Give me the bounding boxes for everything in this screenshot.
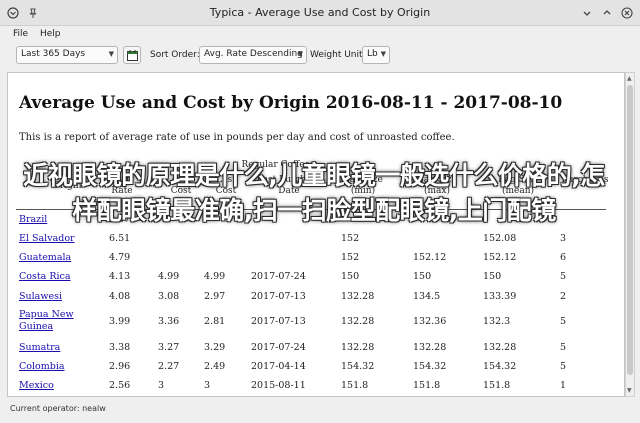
- report-view: Average Use and Cost by Origin 2016-08-1…: [7, 72, 625, 397]
- cell-bag-min: 132.28: [341, 316, 375, 327]
- cell-last-cost: 2.49: [204, 361, 226, 372]
- cell-bag-max: 134.5: [413, 291, 441, 302]
- cell-avg-cost: 3.08: [158, 291, 180, 302]
- cell-bag-mean: 133.39: [483, 291, 517, 302]
- cell-bag-mean: 150: [483, 271, 502, 282]
- cell-bag-mean: 132.28: [483, 342, 517, 353]
- cell-bag-min: 154.32: [341, 361, 375, 372]
- cell-date: 2017-07-13: [251, 316, 306, 327]
- calendar-button[interactable]: [123, 46, 141, 64]
- cell-bag-max: 152.12: [413, 252, 447, 263]
- cell-purchases: 6: [560, 252, 567, 263]
- origin-link-sumatra[interactable]: Sumatra: [19, 342, 60, 354]
- cell-last-cost: 3.29: [204, 342, 226, 353]
- cell-avg-rate: 2.96: [109, 361, 131, 372]
- cell-last-cost: 2.97: [204, 291, 226, 302]
- cell-last-cost: 2.81: [204, 316, 226, 327]
- cell-bag-mean: 132.3: [483, 316, 511, 327]
- weight-unit-select[interactable]: Lb ▼: [362, 46, 390, 64]
- overlay-banner-text: 近视眼镜的原理是什么,儿童眼镜一般选什么价格的,怎样配眼镜最准确,扫一扫脸型配眼…: [23, 161, 605, 225]
- cell-purchases: 3: [560, 233, 567, 244]
- scroll-down-arrow-icon[interactable]: ▼: [627, 387, 632, 394]
- minimize-icon[interactable]: [580, 6, 594, 20]
- maximize-icon[interactable]: [600, 6, 614, 20]
- toolbar: Last 365 Days ▼ Sort Order: Avg. Rate De…: [0, 44, 640, 68]
- scroll-thumb[interactable]: [627, 85, 633, 375]
- cell-purchases: 5: [560, 361, 567, 372]
- cell-avg-cost: 3.36: [158, 316, 180, 327]
- cell-bag-max: 151.8: [413, 380, 441, 391]
- cell-bag-max: 132.28: [413, 342, 447, 353]
- chevron-down-icon: ▼: [297, 50, 303, 58]
- cell-bag-mean: 151.8: [483, 380, 511, 391]
- scroll-up-arrow-icon[interactable]: ▲: [627, 75, 632, 82]
- cell-purchases: 1: [560, 380, 567, 391]
- close-icon[interactable]: [620, 6, 634, 20]
- report-heading: Average Use and Cost by Origin 2016-08-1…: [19, 93, 563, 113]
- cell-avg-rate: 6.51: [109, 233, 131, 244]
- status-bar: Current operator: nealw: [0, 400, 640, 423]
- cell-purchases: 2: [560, 291, 567, 302]
- chevron-down-icon: ▼: [380, 50, 386, 58]
- origin-link-mexico[interactable]: Mexico: [19, 380, 54, 392]
- cell-bag-min: 150: [341, 271, 360, 282]
- window-title: Typica - Average Use and Cost by Origin: [209, 6, 431, 19]
- weight-unit-value: Lb: [367, 49, 378, 59]
- cell-avg-cost: 3.27: [158, 342, 180, 353]
- cell-bag-min: 152: [341, 252, 360, 263]
- cell-purchases: 5: [560, 316, 567, 327]
- cell-date: 2017-07-24: [251, 342, 306, 353]
- origin-link-guatemala[interactable]: Guatemala: [19, 252, 71, 264]
- cell-avg-cost: 4.99: [158, 271, 180, 282]
- cell-bag-mean: 152.12: [483, 252, 517, 263]
- menu-file[interactable]: File: [13, 29, 28, 39]
- cell-avg-rate: 4.79: [109, 252, 131, 263]
- cell-purchases: 5: [560, 342, 567, 353]
- cell-bag-mean: 154.32: [483, 361, 517, 372]
- cell-date: 2015-08-11: [251, 380, 306, 391]
- origin-link-el-salvador[interactable]: El Salvador: [19, 233, 75, 245]
- calendar-icon: [127, 50, 138, 61]
- cell-avg-rate: 4.13: [109, 271, 131, 282]
- cell-avg-rate: 3.99: [109, 316, 131, 327]
- origin-link-costa-rica[interactable]: Costa Rica: [19, 271, 71, 283]
- cell-bag-max: 154.32: [413, 361, 447, 372]
- cell-avg-cost: 3: [158, 380, 165, 391]
- menu-help[interactable]: Help: [40, 29, 61, 39]
- menu-bar: File Help: [0, 26, 640, 44]
- origin-link-colombia[interactable]: Colombia: [19, 361, 65, 373]
- cell-avg-rate: 4.08: [109, 291, 131, 302]
- cell-bag-max: 150: [413, 271, 432, 282]
- cell-bag-mean: 152.08: [483, 233, 517, 244]
- chevron-down-icon: ▼: [108, 50, 114, 58]
- weight-unit-label: Weight Unit:: [310, 50, 366, 60]
- cell-bag-min: 132.28: [341, 342, 375, 353]
- origin-link-papua-new-guinea[interactable]: Papua New Guinea: [19, 309, 89, 333]
- cell-date: 2017-04-14: [251, 361, 306, 372]
- sort-order-select[interactable]: Avg. Rate Descending ▼: [199, 46, 307, 64]
- cell-bag-max: 132.36: [413, 316, 447, 327]
- cell-bag-min: 151.8: [341, 380, 369, 391]
- cell-date: 2017-07-24: [251, 271, 306, 282]
- cell-last-cost: 4.99: [204, 271, 226, 282]
- cell-bag-min: 132.28: [341, 291, 375, 302]
- cell-date: 2017-07-13: [251, 291, 306, 302]
- status-text: Current operator: nealw: [10, 404, 106, 413]
- cell-purchases: 5: [560, 271, 567, 282]
- sort-order-value: Avg. Rate Descending: [204, 49, 303, 59]
- date-range-select[interactable]: Last 365 Days ▼: [16, 46, 118, 64]
- cell-bag-min: 152: [341, 233, 360, 244]
- cell-avg-rate: 3.38: [109, 342, 131, 353]
- cell-avg-rate: 2.56: [109, 380, 131, 391]
- vertical-scrollbar[interactable]: ▲ ▼: [625, 72, 635, 397]
- cell-last-cost: 3: [204, 380, 211, 391]
- title-bar: Typica - Average Use and Cost by Origin: [0, 0, 640, 26]
- date-range-value: Last 365 Days: [21, 49, 86, 59]
- sort-order-label: Sort Order:: [150, 50, 200, 60]
- report-description: This is a report of average rate of use …: [19, 132, 455, 143]
- cell-avg-cost: 2.27: [158, 361, 180, 372]
- origin-link-sulawesi[interactable]: Sulawesi: [19, 291, 62, 303]
